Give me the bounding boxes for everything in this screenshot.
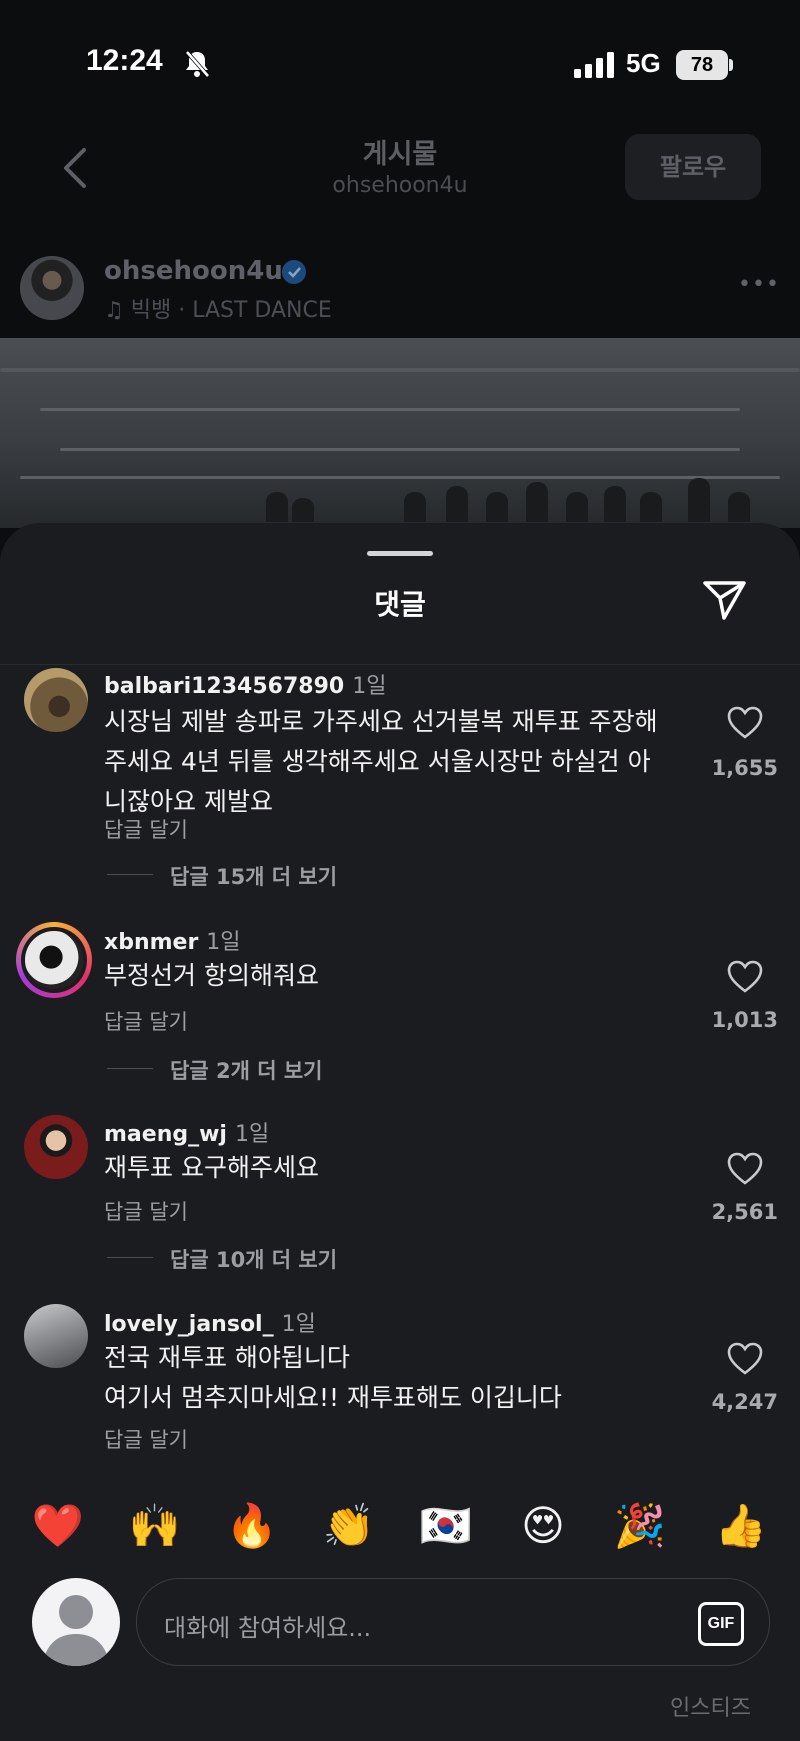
verified-badge-icon: [282, 260, 306, 284]
like-heart-icon[interactable]: [727, 1152, 763, 1186]
comment-line: 전국 재투표 해야됩니다: [104, 1343, 350, 1372]
reply-button[interactable]: 답글 달기: [104, 1424, 188, 1454]
more-options-icon[interactable]: •••: [738, 272, 780, 297]
comment-avatar[interactable]: [24, 1115, 88, 1179]
like-count: 4,247: [711, 1390, 778, 1414]
bell-muted-icon: [184, 50, 210, 82]
post-author-avatar[interactable]: [20, 256, 84, 320]
replies-line: [107, 1257, 153, 1258]
reply-button[interactable]: 답글 달기: [104, 814, 188, 844]
comment-avatar-story-ring[interactable]: [16, 922, 92, 998]
like-heart-icon[interactable]: [727, 1342, 763, 1376]
comment-text: 시장님 제발 송파로 가주세요 선거불복 재투표 주장해 주세요 4년 뒤를 생…: [104, 702, 704, 822]
like-heart-icon[interactable]: [727, 706, 763, 740]
comment-username-row[interactable]: balbari1234567890 1일: [104, 668, 386, 700]
cell-signal-icon: [574, 52, 614, 82]
comment-line: 시장님 제발 송파로 가주세요 선거불복 재투표 주장해: [104, 707, 658, 736]
view-replies-button[interactable]: 답글 10개 더 보기: [170, 1244, 337, 1274]
emoji-fire[interactable]: 🔥: [222, 1496, 282, 1556]
comment-username[interactable]: balbari1234567890: [104, 674, 344, 699]
view-replies-button[interactable]: 답글 15개 더 보기: [170, 861, 337, 891]
emoji-thumbs-up[interactable]: 👍: [711, 1496, 771, 1556]
emoji-clapping[interactable]: 👏: [319, 1496, 379, 1556]
comments-title: 댓글: [374, 588, 426, 621]
view-replies-button[interactable]: 답글 2개 더 보기: [170, 1055, 322, 1085]
comment-username[interactable]: xbnmer: [104, 930, 198, 955]
comment-username-row[interactable]: xbnmer 1일: [104, 924, 241, 956]
like-count: 2,561: [711, 1200, 778, 1224]
watermark: 인스티즈: [670, 1696, 751, 1721]
like-count: 1,655: [711, 756, 778, 780]
emoji-red-heart[interactable]: ❤️: [28, 1496, 88, 1556]
network-type: 5G: [626, 48, 661, 78]
comment-username[interactable]: maeng_wj: [104, 1122, 227, 1147]
comment-time: 1일: [352, 674, 387, 699]
comment-avatar: [25, 931, 83, 989]
current-user-avatar[interactable]: [32, 1578, 120, 1666]
comment-text: 부정선거 항의해줘요: [104, 956, 704, 996]
like-heart-icon[interactable]: [727, 960, 763, 994]
comment-username-row[interactable]: maeng_wj 1일: [104, 1116, 269, 1148]
comment-input-placeholder[interactable]: 대화에 참여하세요...: [164, 1608, 371, 1643]
comment-text: 재투표 요구해주세요: [104, 1148, 704, 1188]
comment-line: 주세요 4년 뒤를 생각해주세요 서울시장만 하실건 아: [104, 747, 651, 776]
like-count: 1,013: [711, 1008, 778, 1032]
comment-line: 니잖아요 제발요: [104, 787, 273, 816]
comment-username-row[interactable]: lovely_jansol_ 1일: [104, 1306, 316, 1338]
post-author-username[interactable]: ohsehoon4u: [104, 256, 283, 286]
battery-tip: [729, 59, 733, 71]
gif-button[interactable]: GIF: [698, 1602, 744, 1646]
comment-line: 부정선거 항의해줘요: [104, 961, 319, 990]
emoji-korea-flag[interactable]: 🇰🇷: [416, 1496, 476, 1556]
comment-avatar[interactable]: [24, 1304, 88, 1368]
post-music-label: 빅뱅 · LAST DANCE: [130, 298, 332, 323]
battery-icon: 78: [676, 50, 728, 80]
comment-username[interactable]: lovely_jansol_: [104, 1312, 274, 1337]
share-send-icon[interactable]: [702, 578, 748, 626]
comment-time: 1일: [281, 1312, 316, 1337]
comment-text: 전국 재투표 해야됩니다 여기서 멈추지마세요!! 재투표해도 이깁니다: [104, 1338, 704, 1418]
comment-line: 여기서 멈추지마세요!! 재투표해도 이깁니다: [104, 1383, 562, 1412]
follow-button[interactable]: 팔로우: [625, 134, 761, 200]
emoji-party-popper[interactable]: 🎉: [610, 1496, 670, 1556]
comment-time: 1일: [206, 930, 241, 955]
post-music[interactable]: ♫ 빅뱅 · LAST DANCE: [104, 292, 332, 324]
replies-line: [107, 1068, 153, 1069]
post-photo: [0, 338, 800, 528]
reply-button[interactable]: 답글 달기: [104, 1196, 188, 1226]
sheet-divider: [0, 664, 800, 665]
comment-avatar[interactable]: [24, 668, 88, 732]
comment-line: 재투표 요구해주세요: [104, 1153, 319, 1182]
music-note-icon: ♫: [104, 298, 124, 323]
replies-line: [107, 874, 153, 875]
emoji-reaction-bar: ❤️ 🙌 🔥 👏 🇰🇷 😍 🎉 👍: [0, 1496, 800, 1556]
emoji-raising-hands[interactable]: 🙌: [125, 1496, 185, 1556]
comment-time: 1일: [234, 1122, 270, 1147]
sheet-drag-handle[interactable]: [367, 551, 433, 556]
reply-button[interactable]: 답글 달기: [104, 1006, 188, 1036]
avatar-ring-gap: [21, 927, 87, 993]
status-time: 12:24: [86, 44, 163, 77]
emoji-heart-eyes[interactable]: 😍: [513, 1496, 573, 1556]
